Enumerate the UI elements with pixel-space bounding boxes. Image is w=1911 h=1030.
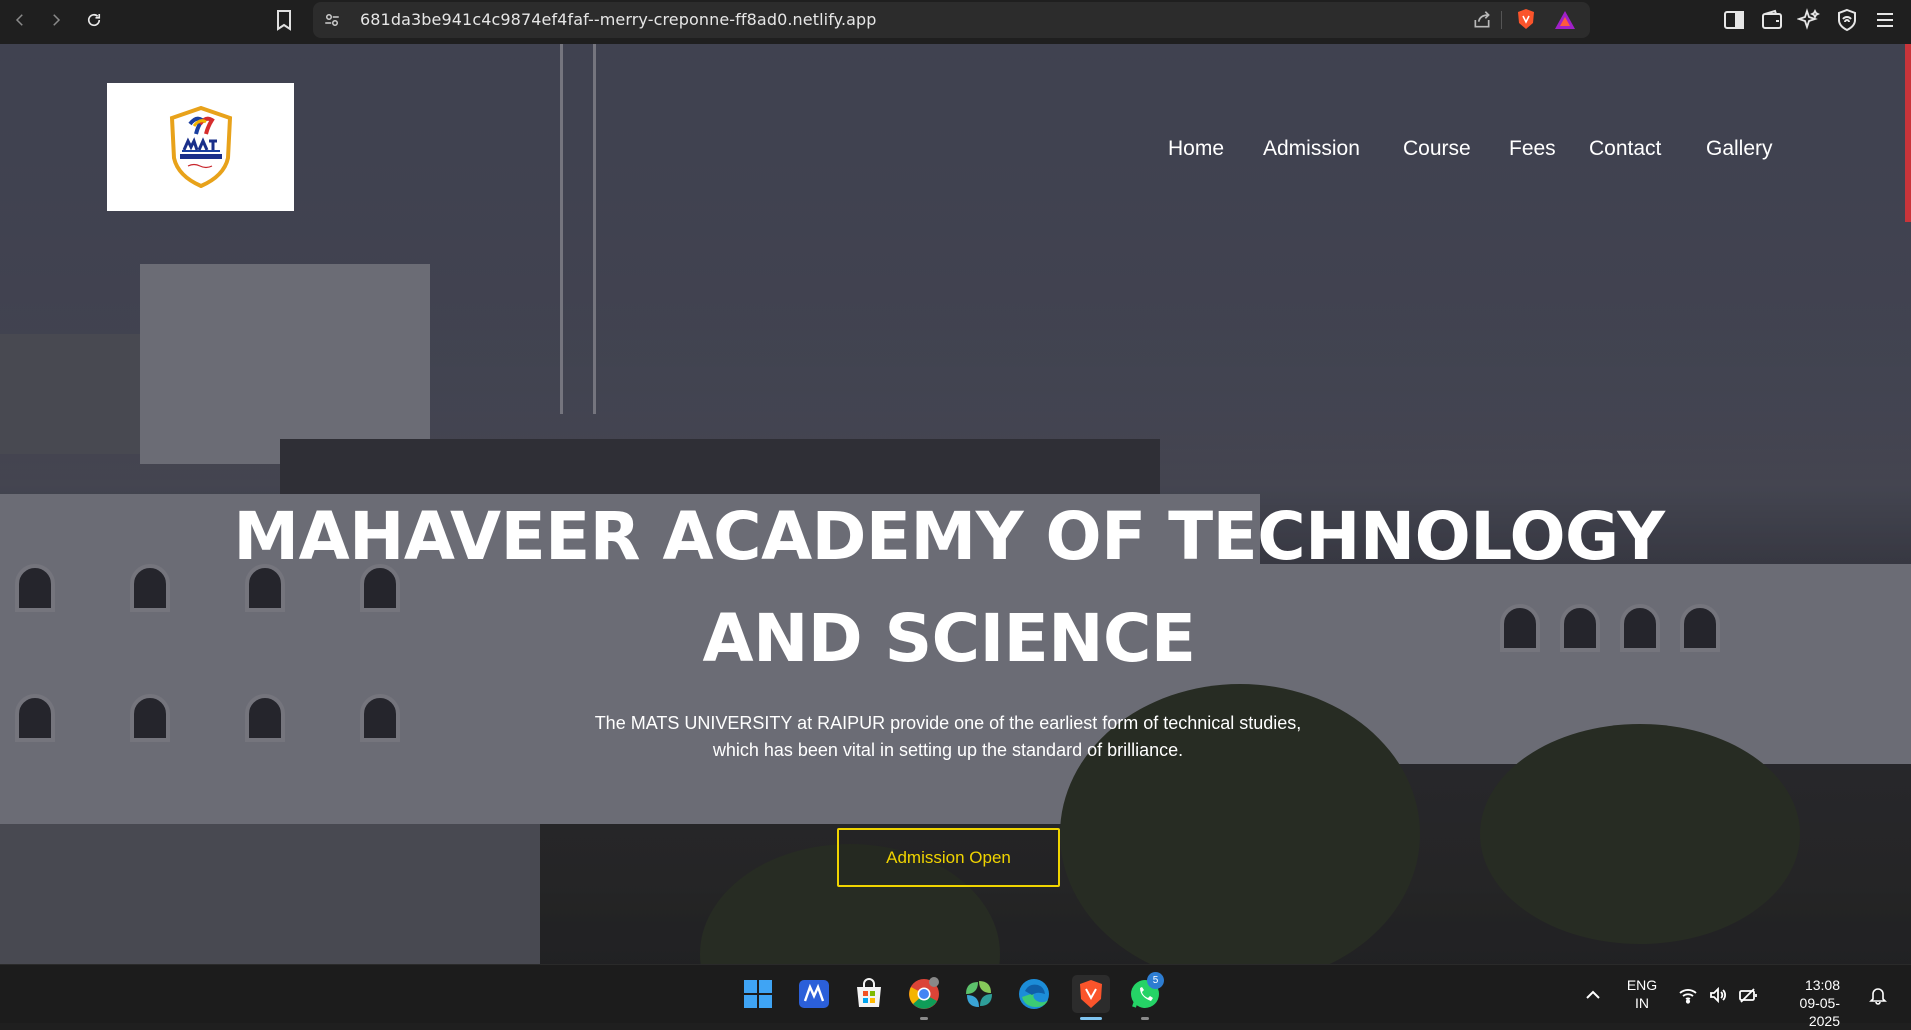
nav-course[interactable]: Course	[1403, 137, 1471, 161]
admission-open-button[interactable]: Admission Open	[837, 828, 1060, 887]
wallet-icon[interactable]	[1760, 8, 1784, 32]
hero-subtext-line-1: The MATS UNIVERSITY at RAIPUR provide on…	[594, 713, 1302, 733]
hero-headline: MAHAVEER ACADEMY OF TECHNOLOGY AND SCIEN…	[233, 498, 1665, 677]
nav-admission[interactable]: Admission	[1263, 137, 1360, 161]
clock-time: 13:08	[1804, 977, 1840, 993]
microsoft-365-icon[interactable]	[797, 977, 831, 1011]
brave-active-indicator	[1080, 1017, 1102, 1020]
whatsapp-running-indicator	[1141, 1017, 1149, 1020]
menu-icon[interactable]	[1873, 8, 1897, 32]
chrome-icon[interactable]	[907, 977, 941, 1011]
forward-icon[interactable]	[44, 8, 68, 32]
nav-fees[interactable]: Fees	[1509, 137, 1556, 161]
windows-start-icon[interactable]	[741, 977, 775, 1011]
battery-icon[interactable]	[1738, 985, 1758, 1005]
hero-subtext-line-2: which has been vital in setting up the s…	[712, 740, 1184, 760]
url-divider	[1501, 11, 1502, 29]
chevron-up-icon[interactable]	[1583, 985, 1603, 1005]
volume-icon[interactable]	[1708, 985, 1728, 1005]
mats-logo-icon	[169, 106, 232, 188]
region-code: IN	[1635, 995, 1649, 1011]
vpn-icon[interactable]	[1835, 8, 1859, 32]
files-app-icon[interactable]	[962, 977, 996, 1011]
edge-icon[interactable]	[1017, 977, 1051, 1011]
microsoft-store-icon[interactable]	[852, 977, 886, 1011]
reload-icon[interactable]	[82, 8, 106, 32]
whatsapp-badge: 5	[1147, 972, 1164, 989]
windows-taskbar: 5 ENG IN 13:08 09-05-2025	[0, 964, 1911, 1029]
hero-subtext: The MATS UNIVERSITY at RAIPUR provide on…	[500, 710, 1396, 764]
clock-date: 09-05-2025	[1799, 995, 1840, 1029]
brave-shield-icon[interactable]	[1514, 7, 1538, 31]
nav-gallery[interactable]: Gallery	[1706, 137, 1773, 161]
site-logo[interactable]	[107, 83, 294, 211]
brave-rewards-icon[interactable]	[1553, 8, 1577, 32]
page-scrollbar[interactable]	[1905, 44, 1911, 964]
brave-icon[interactable]	[1072, 975, 1110, 1013]
site-settings-icon[interactable]	[323, 11, 341, 29]
leo-ai-icon[interactable]	[1796, 8, 1821, 32]
wifi-icon[interactable]	[1678, 985, 1698, 1005]
web-page: Home Admission Course Fees Contact Galle…	[0, 44, 1911, 964]
nav-home[interactable]: Home	[1168, 137, 1224, 161]
language-indicator[interactable]: ENG IN	[1622, 976, 1662, 1012]
bookmark-icon[interactable]	[272, 8, 296, 32]
scrollbar-thumb[interactable]	[1905, 44, 1911, 222]
browser-toolbar: 681da3be941c4c9874ef4faf--merry-creponne…	[0, 0, 1911, 44]
sidebar-icon[interactable]	[1722, 8, 1746, 32]
back-icon[interactable]	[8, 8, 32, 32]
notification-icon[interactable]	[1868, 985, 1888, 1005]
address-bar[interactable]: 681da3be941c4c9874ef4faf--merry-creponne…	[313, 2, 1590, 38]
share-icon[interactable]	[1472, 10, 1492, 30]
nav-contact[interactable]: Contact	[1589, 137, 1661, 161]
url-text[interactable]: 681da3be941c4c9874ef4faf--merry-creponne…	[360, 10, 877, 29]
language-code: ENG	[1626, 977, 1658, 993]
clock[interactable]: 13:08 09-05-2025	[1774, 976, 1840, 1030]
chrome-running-indicator	[920, 1017, 928, 1020]
